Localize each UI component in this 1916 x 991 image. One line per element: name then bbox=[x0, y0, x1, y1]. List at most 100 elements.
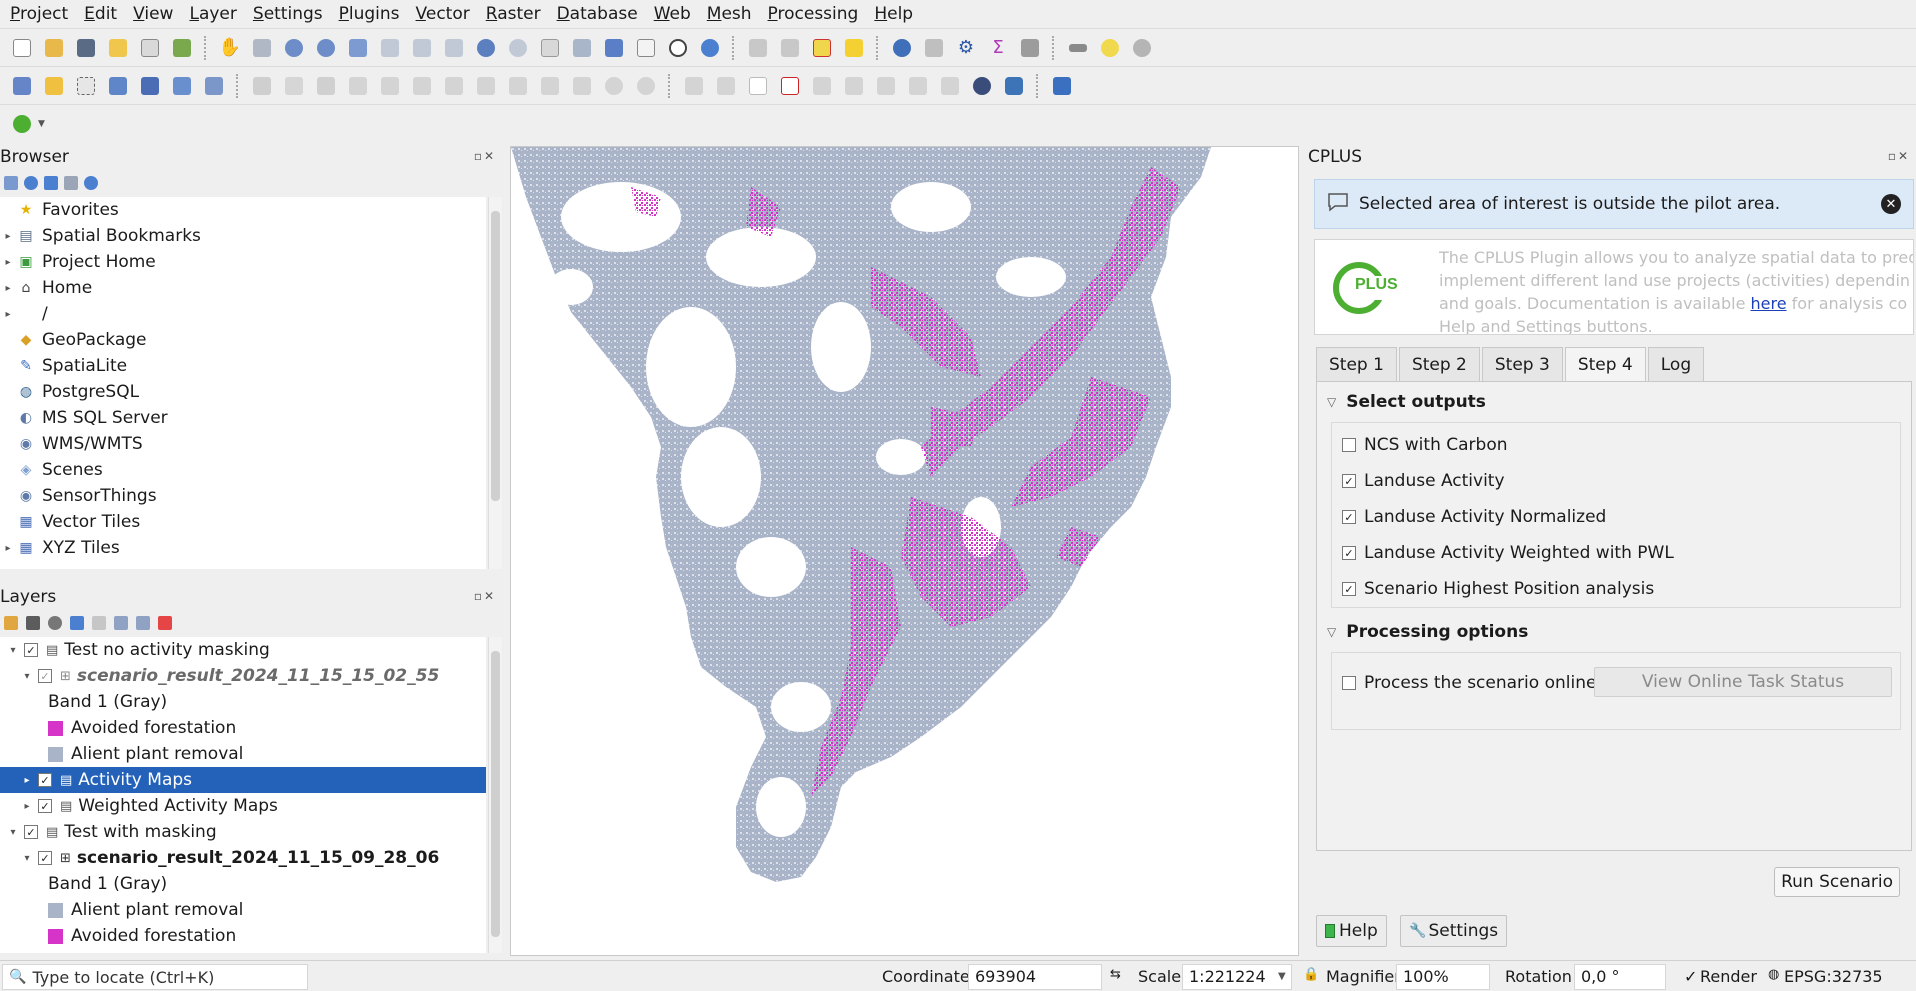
layer-visibility-checkbox[interactable]: ✓ bbox=[38, 851, 52, 865]
browser-item[interactable]: ▸ / bbox=[0, 301, 486, 327]
menu-processing[interactable]: Processing bbox=[760, 0, 867, 28]
save-project-icon[interactable] bbox=[73, 35, 99, 61]
view-online-task-status-button[interactable]: View Online Task Status bbox=[1594, 667, 1892, 697]
layers-scrollbar[interactable] bbox=[488, 637, 502, 953]
add-layer-icon[interactable] bbox=[41, 73, 67, 99]
globe-icon[interactable] bbox=[969, 73, 995, 99]
browser-scrollbar[interactable] bbox=[488, 197, 502, 569]
menu-settings[interactable]: Settings bbox=[245, 0, 331, 28]
pan-icon[interactable]: ✋ bbox=[217, 35, 243, 61]
zoom-next-icon[interactable] bbox=[505, 35, 531, 61]
expand-arrow-icon[interactable]: ▸ bbox=[0, 231, 16, 242]
chevron-down-icon[interactable]: ▾ bbox=[20, 671, 34, 682]
toolbar-grip[interactable] bbox=[204, 35, 208, 60]
label-abc-red-icon[interactable] bbox=[777, 73, 803, 99]
new-map-view-icon[interactable] bbox=[537, 35, 563, 61]
new-temporary-layer-icon[interactable] bbox=[73, 73, 99, 99]
chevron-down-icon[interactable]: ▾ bbox=[20, 853, 34, 864]
modify-attributes-icon[interactable] bbox=[441, 73, 467, 99]
label-abc-icon[interactable] bbox=[745, 73, 771, 99]
layer-visibility-checkbox[interactable]: ✓ bbox=[24, 825, 38, 839]
vertex-tool-icon[interactable] bbox=[377, 73, 403, 99]
pan-to-selection-icon[interactable] bbox=[249, 35, 275, 61]
save-edits-icon[interactable] bbox=[313, 73, 339, 99]
digitize-icon[interactable] bbox=[105, 73, 131, 99]
chevron-right-icon[interactable]: ▸ bbox=[20, 801, 34, 812]
zoom-last-icon[interactable] bbox=[473, 35, 499, 61]
layer-tree-item[interactable]: ▸ ✓ ▤ Activity Maps bbox=[0, 767, 486, 793]
layer-tree-item[interactable]: Alient plant removal bbox=[0, 897, 486, 923]
output-checkbox[interactable]: ✓ bbox=[1342, 474, 1356, 488]
data-source-manager-icon[interactable] bbox=[9, 73, 35, 99]
toggle-editing-icon[interactable] bbox=[249, 73, 275, 99]
add-selected-icon[interactable] bbox=[4, 176, 18, 190]
paste-icon[interactable] bbox=[569, 73, 595, 99]
output-checkbox[interactable]: ✓ bbox=[1342, 510, 1356, 524]
run-scenario-button[interactable]: Run Scenario bbox=[1774, 867, 1900, 897]
help-contents-icon[interactable] bbox=[1049, 73, 1075, 99]
layer-tree-item[interactable]: Avoided forestation bbox=[0, 715, 486, 741]
python-console-icon[interactable] bbox=[1001, 73, 1027, 99]
menu-vector[interactable]: Vector bbox=[408, 0, 478, 28]
filter-legend-icon[interactable] bbox=[70, 616, 84, 630]
help-button[interactable]: Help bbox=[1316, 915, 1387, 947]
dock-controls[interactable]: ▫✕ bbox=[474, 589, 496, 603]
output-checkbox[interactable]: ✓ bbox=[1342, 546, 1356, 560]
crs-button[interactable]: EPSG:32735 bbox=[1784, 967, 1883, 986]
info-icon[interactable] bbox=[84, 176, 98, 190]
open-attribute-table-icon[interactable] bbox=[777, 35, 803, 61]
layer-tree-item[interactable]: Avoided forestation bbox=[0, 923, 486, 949]
expand-arrow-icon[interactable]: ▸ bbox=[0, 283, 16, 294]
dock-controls[interactable]: ▫✕ bbox=[1888, 149, 1910, 163]
remove-layer-icon[interactable] bbox=[158, 616, 172, 630]
collapse-all-icon[interactable] bbox=[64, 176, 78, 190]
new-3d-map-icon[interactable] bbox=[569, 35, 595, 61]
dock-controls[interactable]: ▫✕ bbox=[474, 149, 496, 163]
tab-step-3[interactable]: Step 3 bbox=[1481, 347, 1563, 381]
menu-view[interactable]: View bbox=[125, 0, 181, 28]
new-print-layout-icon[interactable] bbox=[105, 35, 131, 61]
magnifier-field[interactable]: 100% bbox=[1396, 964, 1490, 990]
expand-all-icon[interactable] bbox=[114, 616, 128, 630]
rotation-field[interactable]: 0,0 ° bbox=[1574, 964, 1666, 990]
zoom-layer-icon[interactable] bbox=[409, 35, 435, 61]
map-canvas[interactable] bbox=[510, 146, 1299, 956]
scale-dropdown-chevron-icon[interactable]: ▼ bbox=[1278, 971, 1286, 982]
identify-icon[interactable] bbox=[889, 35, 915, 61]
zoom-full-icon[interactable] bbox=[345, 35, 371, 61]
locator-input[interactable]: 🔍 Type to locate (Ctrl+K) bbox=[2, 964, 308, 990]
browser-item[interactable]: ▸ ▦ XYZ Tiles bbox=[0, 535, 486, 561]
label-tool-icon[interactable] bbox=[937, 73, 963, 99]
copy-icon[interactable] bbox=[537, 73, 563, 99]
documentation-link[interactable]: here bbox=[1751, 294, 1787, 313]
eye-icon[interactable] bbox=[48, 616, 62, 630]
add-group-icon[interactable] bbox=[26, 616, 40, 630]
undo-icon[interactable] bbox=[601, 73, 627, 99]
refresh-icon[interactable] bbox=[24, 176, 38, 190]
browser-item[interactable]: ▸ ▣ Project Home bbox=[0, 249, 486, 275]
menu-layer[interactable]: Layer bbox=[181, 0, 244, 28]
identify-features-icon[interactable] bbox=[745, 35, 771, 61]
browser-item[interactable]: ◆ GeoPackage bbox=[0, 327, 486, 353]
new-project-icon[interactable] bbox=[9, 35, 35, 61]
online-processing-checkbox[interactable] bbox=[1342, 676, 1356, 690]
render-checkbox[interactable]: ✓ bbox=[1684, 967, 1697, 986]
layer-visibility-checkbox[interactable]: ✓ bbox=[38, 773, 52, 787]
statistical-summary-icon[interactable]: Σ bbox=[985, 35, 1011, 61]
zoom-native-icon[interactable] bbox=[441, 35, 467, 61]
pin-labels-icon[interactable] bbox=[681, 73, 707, 99]
show-bookmarks-icon[interactable] bbox=[633, 35, 659, 61]
expand-arrow-icon[interactable]: ▸ bbox=[0, 257, 16, 268]
settings-button[interactable]: 🔧 Settings bbox=[1400, 915, 1508, 947]
add-vector-layer-icon[interactable] bbox=[137, 73, 163, 99]
move-label-icon[interactable] bbox=[809, 73, 835, 99]
zoom-selection-icon[interactable] bbox=[377, 35, 403, 61]
collapse-all-icon[interactable] bbox=[136, 616, 150, 630]
layer-tree-item[interactable]: ▾ ✓ ⊞ scenario_result_2024_11_15_09_28_06 bbox=[0, 845, 486, 871]
tab-log[interactable]: Log bbox=[1647, 347, 1705, 381]
cut-icon[interactable] bbox=[505, 73, 531, 99]
menu-raster[interactable]: Raster bbox=[478, 0, 549, 28]
expand-arrow-icon[interactable]: ▸ bbox=[0, 309, 16, 320]
redo-icon[interactable] bbox=[633, 73, 659, 99]
temporal-controller-icon[interactable] bbox=[665, 35, 691, 61]
